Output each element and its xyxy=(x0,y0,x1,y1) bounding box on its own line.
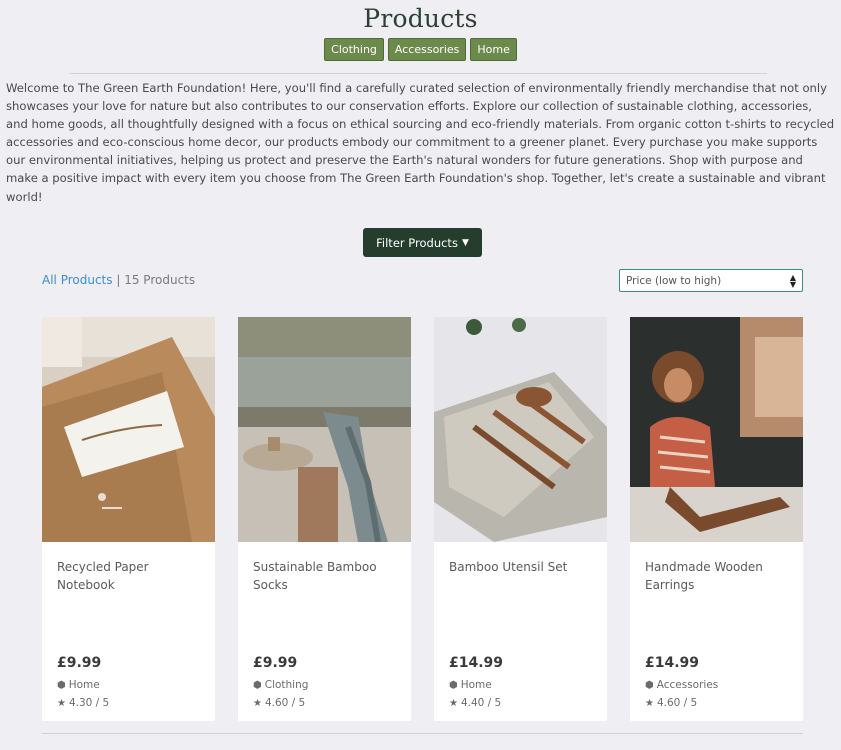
product-card[interactable]: Bamboo Utensil Set £14.99 ⬢ Home ★ 4.40 … xyxy=(434,317,607,721)
category-nav: Clothing Accessories Home xyxy=(0,38,841,61)
product-card[interactable]: Recycled Paper Notebook £9.99 ⬢ Home ★ 4… xyxy=(42,317,215,721)
tag-icon: ⬢ xyxy=(645,679,654,691)
product-card[interactable]: Sustainable Bamboo Socks £9.99 ⬢ Clothin… xyxy=(238,317,411,721)
filter-products-button[interactable]: Filter Products ▼ xyxy=(363,228,482,257)
product-category-label: Home xyxy=(460,679,492,691)
product-price: £9.99 xyxy=(253,655,298,671)
product-name[interactable]: Recycled Paper Notebook xyxy=(57,558,207,594)
product-count: 15 Products xyxy=(124,273,196,287)
star-icon: ★ xyxy=(57,697,66,709)
product-category: ⬢ Accessories xyxy=(645,679,718,691)
product-image[interactable] xyxy=(238,317,411,542)
product-rating: ★ 4.60 / 5 xyxy=(645,697,697,709)
tag-icon: ⬢ xyxy=(57,679,66,691)
product-rating-value: 4.40 / 5 xyxy=(460,697,502,709)
product-image[interactable] xyxy=(434,317,607,542)
product-rating: ★ 4.60 / 5 xyxy=(253,697,305,709)
intro-text: Welcome to The Green Earth Foundation! H… xyxy=(6,81,835,204)
header-divider xyxy=(70,73,767,74)
product-name[interactable]: Sustainable Bamboo Socks xyxy=(253,558,403,594)
product-category-label: Clothing xyxy=(264,679,309,691)
category-button-home[interactable]: Home xyxy=(470,38,517,61)
product-category-label: Accessories xyxy=(656,679,719,691)
product-category-label: Home xyxy=(68,679,100,691)
product-category: ⬢ Clothing xyxy=(253,679,308,691)
product-rating: ★ 4.40 / 5 xyxy=(449,697,501,709)
footer-divider xyxy=(42,733,803,734)
all-products-link[interactable]: All Products xyxy=(42,273,113,287)
product-rating: ★ 4.30 / 5 xyxy=(57,697,109,709)
filter-products-label: Filter Products xyxy=(376,235,458,250)
product-image[interactable] xyxy=(630,317,803,542)
count-separator: | xyxy=(116,273,121,287)
product-name[interactable]: Handmade Wooden Earrings xyxy=(645,558,795,594)
select-arrows-icon: ▲ ▼ xyxy=(789,272,796,289)
star-icon: ★ xyxy=(449,697,458,709)
caret-down-icon: ▼ xyxy=(461,237,469,248)
product-image[interactable] xyxy=(42,317,215,542)
product-rating-value: 4.60 / 5 xyxy=(264,697,306,709)
star-icon: ★ xyxy=(253,697,262,709)
product-rating-value: 4.60 / 5 xyxy=(656,697,698,709)
product-count-line: All Products | 15 Products xyxy=(42,273,195,287)
page-title: Products xyxy=(363,4,478,33)
product-category: ⬢ Home xyxy=(449,679,492,691)
product-card[interactable]: Handmade Wooden Earrings £14.99 ⬢ Access… xyxy=(630,317,803,721)
star-icon: ★ xyxy=(645,697,654,709)
category-button-accessories[interactable]: Accessories xyxy=(387,38,467,61)
product-category: ⬢ Home xyxy=(57,679,100,691)
product-price: £14.99 xyxy=(449,655,504,671)
sort-select-value: Price (low to high) xyxy=(626,274,722,287)
product-rating-value: 4.30 / 5 xyxy=(68,697,110,709)
product-price: £14.99 xyxy=(645,655,700,671)
sort-select[interactable]: Price (low to high) ▲ ▼ xyxy=(619,269,803,292)
tag-icon: ⬢ xyxy=(253,679,262,691)
product-name[interactable]: Bamboo Utensil Set xyxy=(449,558,599,576)
tag-icon: ⬢ xyxy=(449,679,458,691)
category-button-clothing[interactable]: Clothing xyxy=(324,38,384,61)
product-price: £9.99 xyxy=(57,655,102,671)
